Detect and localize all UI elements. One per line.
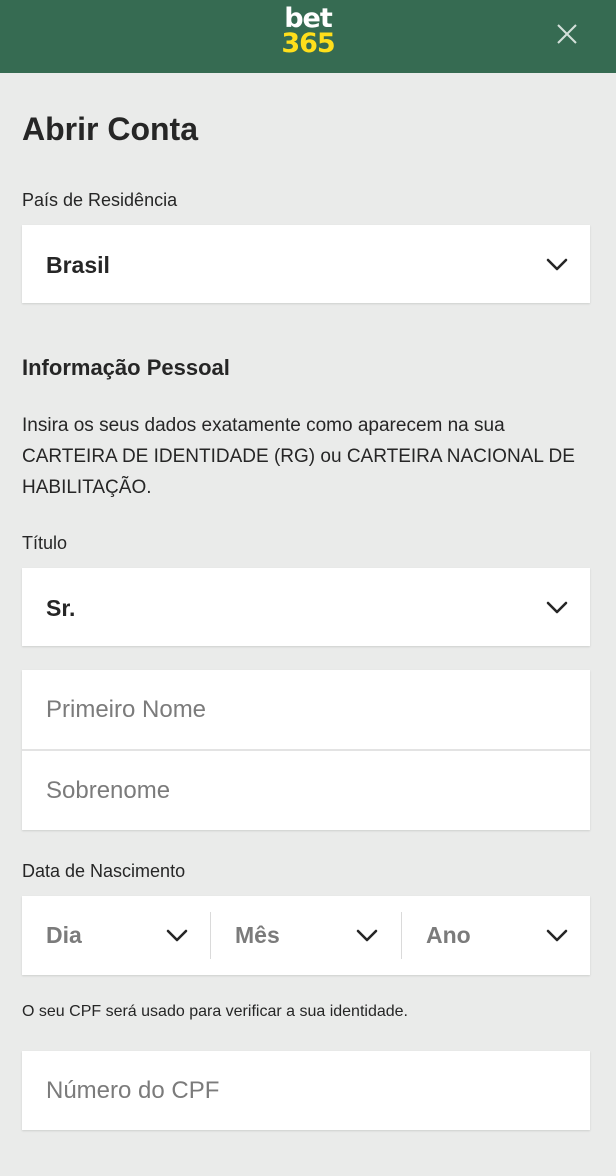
first-name-input[interactable] [22,670,590,749]
cpf-note: O seu CPF será usado para verificar a su… [22,1003,408,1020]
chevron-down-icon [356,929,378,942]
section-title-personal-info: Informação Pessoal [22,355,230,380]
page-title: Abrir Conta [22,111,198,147]
cpf-field [22,1051,590,1130]
close-button[interactable] [553,20,581,48]
dob-day-label: Dia [46,922,82,948]
title-label: Título [22,533,68,553]
close-icon [557,24,577,44]
chevron-down-icon [546,258,568,271]
chevron-down-icon [546,601,568,614]
title-select[interactable]: Sr. [22,568,590,646]
cpf-input[interactable] [22,1051,590,1130]
header-bar: bet 365 [0,0,616,73]
country-select[interactable]: Brasil [22,225,590,303]
dob-year-select[interactable]: Ano [402,896,590,975]
country-label: País de Residência [22,190,178,210]
country-select-value: Brasil [46,252,110,278]
name-fields-group [22,670,590,830]
chevron-down-icon [546,929,568,942]
dob-day-select[interactable]: Dia [22,896,210,975]
dob-year-label: Ano [426,922,471,948]
personal-info-instructions: Insira os seus dados exatamente como apa… [22,415,575,498]
last-name-input[interactable] [22,751,590,830]
title-select-value: Sr. [46,595,76,621]
dob-select-group: Dia Mês Ano [22,896,590,975]
chevron-down-icon [166,929,188,942]
logo-bottom-text: 365 [281,28,335,59]
dob-month-label: Mês [235,922,280,948]
bet365-logo: bet 365 [0,5,616,59]
dob-month-select[interactable]: Mês [211,896,401,975]
dob-label: Data de Nascimento [22,861,186,881]
